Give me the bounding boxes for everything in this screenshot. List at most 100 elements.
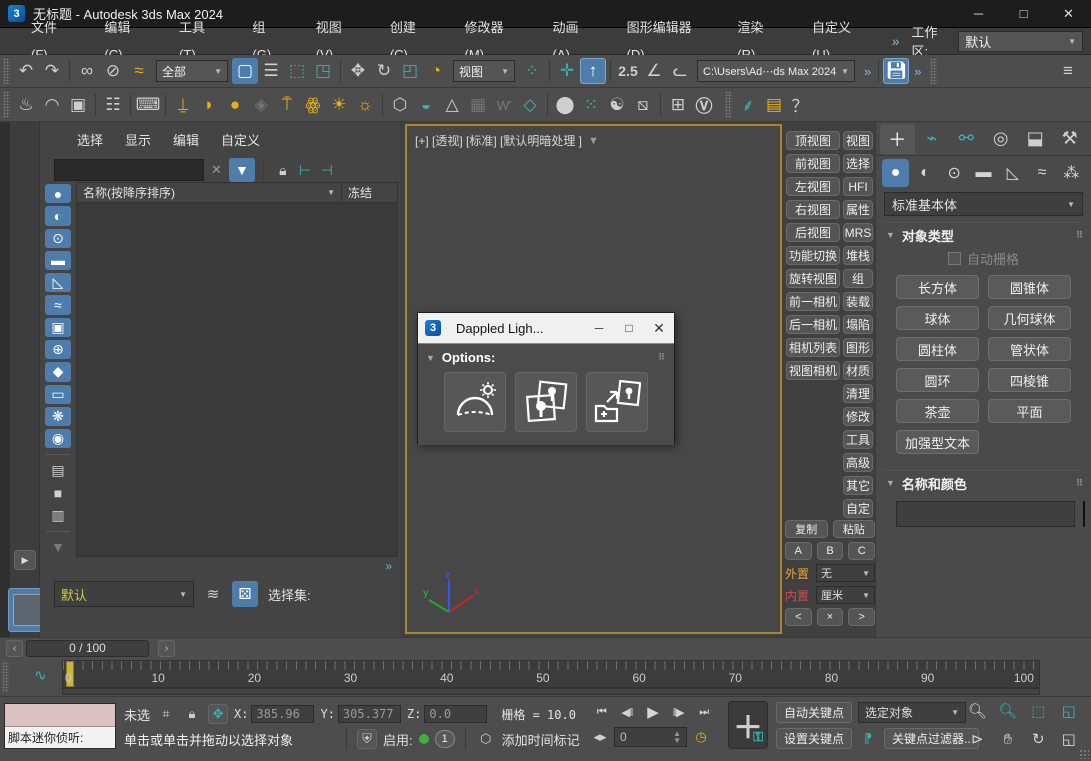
curve-editor-icon[interactable]: ∿: [34, 666, 47, 684]
display-shapes-icon[interactable]: ◐: [45, 206, 71, 225]
listener-script-row[interactable]: 脚本迷你侦听:: [5, 727, 115, 748]
previous-frame-icon[interactable]: ◀‖: [616, 701, 639, 723]
sun-icon[interactable]: ☀: [326, 92, 352, 118]
tool-button[interactable]: 高级: [843, 453, 873, 472]
tool-button[interactable]: 属性: [843, 200, 873, 219]
toolbar-grip[interactable]: [3, 58, 10, 84]
set-key-button[interactable]: 设置关键点: [776, 728, 852, 749]
window-resize-grip[interactable]: [1079, 749, 1089, 759]
display-bones-icon[interactable]: ◆: [45, 362, 71, 381]
pan-icon[interactable]: ✋︎: [993, 728, 1024, 750]
use-pivot-icon[interactable]: ⁘: [519, 58, 545, 84]
bind-spacewarp-icon[interactable]: ≈: [126, 58, 152, 84]
explorer-search-input[interactable]: [54, 159, 204, 181]
display-containers-icon[interactable]: ▭: [45, 385, 71, 404]
listener-macro-row[interactable]: [5, 704, 115, 727]
time-config-icon[interactable]: ◷: [691, 727, 711, 747]
angle-snap-icon[interactable]: 2.5: [615, 58, 641, 84]
redo-icon[interactable]: ↷: [39, 58, 65, 84]
preset-dropdown[interactable]: 默认 ▼: [54, 581, 194, 607]
next-frame-button[interactable]: ›: [158, 640, 175, 657]
view-button[interactable]: 顶视图: [786, 131, 840, 150]
tool-button[interactable]: 堆栈: [843, 246, 873, 265]
explorer-overflow-icon[interactable]: »: [385, 559, 390, 573]
maximize-viewport-icon[interactable]: ◱: [1054, 728, 1085, 750]
lights-icon[interactable]: ⊙: [941, 159, 968, 187]
dome-light-icon[interactable]: ◗: [196, 92, 222, 118]
create-tab[interactable]: ＋: [880, 124, 915, 154]
tool-button[interactable]: 组: [843, 269, 873, 288]
layers-icon[interactable]: ≡: [1055, 58, 1081, 84]
bee-icon[interactable]: ꙮ: [300, 92, 326, 118]
hierarchy-tab[interactable]: ⚯: [949, 124, 984, 154]
transform-type-in-icon[interactable]: ✥: [208, 704, 228, 724]
camera-icon[interactable]: ⌨: [135, 92, 161, 118]
selection-filter-dropdown[interactable]: 全部▼: [156, 60, 228, 82]
primitive-button[interactable]: 圆锥体: [988, 275, 1071, 299]
teapot-icon[interactable]: ♨: [13, 92, 39, 118]
palette-icon[interactable]: ☯: [604, 92, 630, 118]
primitive-button[interactable]: 管状体: [988, 337, 1071, 361]
view-button[interactable]: 右视图: [786, 200, 840, 219]
detail-view-icon[interactable]: ▥: [45, 506, 71, 525]
list-icon[interactable]: ☷: [100, 92, 126, 118]
add-time-tag[interactable]: 添加时间标记: [502, 730, 580, 749]
explorer-rows[interactable]: [77, 203, 397, 556]
toolbar-grip[interactable]: [725, 91, 732, 117]
pyramid-icon[interactable]: △: [439, 92, 465, 118]
motion-tab[interactable]: ◎: [984, 124, 1019, 154]
primitive-button[interactable]: 四棱锥: [988, 368, 1071, 392]
add-keyframe-button[interactable]: ＋⚿︎: [728, 701, 768, 749]
spinner-snap-icon[interactable]: ᓚ: [667, 58, 693, 84]
primitive-button[interactable]: 平面: [988, 399, 1071, 423]
display-spacewarps-icon[interactable]: ≈: [45, 295, 71, 314]
help-icon[interactable]: ？: [787, 92, 813, 118]
primitive-button[interactable]: 球体: [896, 306, 979, 330]
slot-button[interactable]: C: [848, 542, 875, 560]
shapes-icon[interactable]: ◐: [911, 159, 938, 187]
material-sphere-icon[interactable]: ⬤: [552, 92, 578, 118]
frame-indicator[interactable]: 0 / 100: [26, 640, 149, 657]
fire-box-icon[interactable]: ◇: [517, 92, 543, 118]
object-type-rollout[interactable]: ▼ 对象类型 ⠿: [884, 223, 1083, 247]
cameras-icon[interactable]: ▬: [970, 159, 997, 187]
perspective-viewport[interactable]: [+] [透视] [标准] [默认明暗处理 ] ▼ z x y 3 Dapple…: [405, 124, 782, 634]
lock-selection-icon[interactable]: 🔒︎: [182, 704, 202, 724]
y-field[interactable]: 305.377: [338, 705, 401, 723]
nav-button[interactable]: >: [848, 608, 875, 626]
list-view-icon[interactable]: ▤: [45, 461, 71, 480]
filter-icon[interactable]: ▼: [229, 158, 255, 182]
display-lights-icon[interactable]: ⊙: [45, 229, 71, 248]
dialog-close-button[interactable]: ✕: [644, 313, 674, 343]
spacewarps-icon[interactable]: ≈: [1028, 159, 1055, 187]
spinner-icon[interactable]: ▲▼: [673, 730, 681, 744]
view-button[interactable]: 相机列表: [786, 338, 840, 357]
x-field[interactable]: 385.96: [251, 705, 314, 723]
tool-button[interactable]: 塌陷: [843, 315, 873, 334]
collapse-tree-icon[interactable]: ⊣: [316, 157, 338, 183]
placement-icon[interactable]: ◔: [423, 58, 449, 84]
toolbar-grip[interactable]: [930, 58, 937, 84]
dappled-images-button[interactable]: [515, 372, 577, 432]
view-button[interactable]: 后一相机: [786, 315, 840, 334]
unlink-icon[interactable]: ⊘: [100, 58, 126, 84]
adaptive-degradation-icon[interactable]: ⛨: [357, 729, 377, 749]
forest-icon[interactable]: ⸙: [735, 92, 761, 118]
menu-overflow-icon[interactable]: »: [892, 33, 898, 49]
column-header-name[interactable]: 名称(按降序排序) ▼: [77, 183, 342, 202]
window-crossing-icon[interactable]: ◳: [310, 58, 336, 84]
helpers-icon[interactable]: ◺: [999, 159, 1026, 187]
layers-stack-icon[interactable]: ≋: [200, 581, 226, 607]
rays-icon[interactable]: ☼: [352, 92, 378, 118]
toolbar-overflow-icon[interactable]: »: [859, 64, 874, 79]
view-button[interactable]: 视图相机: [786, 361, 840, 380]
toolbar-grip[interactable]: [3, 91, 10, 117]
slot-button[interactable]: B: [817, 542, 844, 560]
select-object-icon[interactable]: ▢: [232, 58, 258, 84]
clear-search-icon[interactable]: ✕: [204, 162, 229, 178]
tool-button[interactable]: 材质: [843, 361, 873, 380]
key-mode-icon[interactable]: ◂▸: [590, 727, 610, 747]
next-frame-icon[interactable]: ‖▶: [667, 701, 690, 723]
dome-light-button[interactable]: [444, 372, 506, 432]
rect-selection-icon[interactable]: ⬚: [284, 58, 310, 84]
